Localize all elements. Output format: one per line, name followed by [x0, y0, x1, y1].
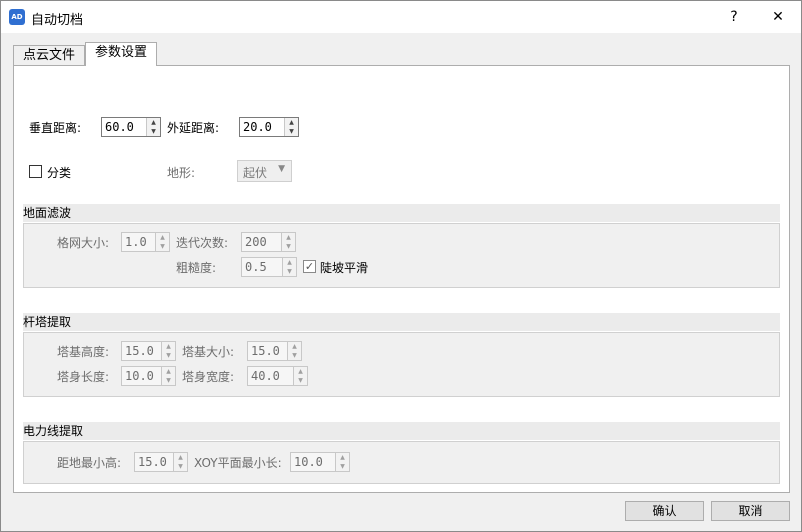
powerline-extract-group-title: 电力线提取	[23, 422, 780, 440]
spin-down-icon[interactable]: ▼	[288, 351, 301, 360]
xoy-min-length-value: 10.0	[294, 455, 323, 469]
window-title: 自动切档	[31, 13, 84, 28]
tower-body-length-label: 塔身长度:	[57, 370, 110, 384]
terrain-dropdown[interactable]: 起伏 ▼	[237, 160, 292, 182]
extend-distance-value: 20.0	[243, 120, 272, 134]
spin-up-icon[interactable]: ▲	[282, 233, 295, 242]
spin-up-icon[interactable]: ▲	[162, 342, 175, 351]
app-logo-icon: AD	[9, 9, 25, 25]
terrain-value: 起伏	[243, 166, 268, 180]
xoy-min-length-spinbox[interactable]: 10.0 ▲ ▼	[290, 452, 350, 472]
spin-down-icon[interactable]: ▼	[162, 351, 175, 360]
spin-down-icon[interactable]: ▼	[147, 127, 160, 136]
tower-body-width-spinbox[interactable]: 40.0 ▲ ▼	[247, 366, 308, 386]
iterations-spinbox[interactable]: 200 ▲ ▼	[241, 232, 296, 252]
tab-parameter-settings[interactable]: 参数设置	[85, 42, 157, 66]
spin-up-icon[interactable]: ▲	[285, 118, 298, 127]
min-ground-height-label: 距地最小高:	[57, 456, 122, 470]
cancel-button[interactable]: 取消	[711, 501, 790, 521]
tower-base-height-label: 塔基高度:	[57, 345, 110, 359]
steep-smooth-label: 陡坡平滑	[320, 261, 369, 275]
roughness-label: 粗糙度:	[176, 261, 217, 275]
extend-distance-spinbox[interactable]: 20.0 ▲ ▼	[239, 117, 299, 137]
spin-up-icon[interactable]: ▲	[156, 233, 169, 242]
check-mark-icon: ✓	[304, 260, 315, 273]
close-button[interactable]: ✕	[758, 5, 798, 29]
spin-down-icon[interactable]: ▼	[294, 376, 307, 385]
help-button[interactable]: ?	[714, 5, 754, 29]
spin-down-icon[interactable]: ▼	[174, 462, 187, 471]
min-ground-height-spinbox[interactable]: 15.0 ▲ ▼	[134, 452, 188, 472]
tower-body-width-label: 塔身宽度:	[182, 370, 235, 384]
tower-extract-group-title: 杆塔提取	[23, 313, 780, 331]
tower-base-height-spinbox[interactable]: 15.0 ▲ ▼	[121, 341, 176, 361]
min-ground-height-value: 15.0	[138, 455, 167, 469]
spin-down-icon[interactable]: ▼	[162, 376, 175, 385]
tower-body-width-value: 40.0	[251, 369, 280, 383]
roughness-value: 0.5	[245, 260, 267, 274]
extend-distance-label: 外延距离:	[167, 121, 220, 135]
tower-base-size-spinbox[interactable]: 15.0 ▲ ▼	[247, 341, 302, 361]
tower-body-length-spinbox[interactable]: 10.0 ▲ ▼	[121, 366, 176, 386]
spin-up-icon[interactable]: ▲	[147, 118, 160, 127]
spin-down-icon[interactable]: ▼	[282, 242, 295, 251]
spin-up-icon[interactable]: ▲	[294, 367, 307, 376]
classify-label: 分类	[47, 166, 72, 180]
tower-base-size-value: 15.0	[251, 344, 280, 358]
grid-size-spinbox[interactable]: 1.0 ▲ ▼	[121, 232, 170, 252]
ok-button[interactable]: 确认	[625, 501, 704, 521]
spin-down-icon[interactable]: ▼	[285, 127, 298, 136]
terrain-label: 地形:	[167, 166, 196, 180]
tower-body-length-value: 10.0	[125, 369, 154, 383]
steep-smooth-checkbox[interactable]: ✓	[303, 260, 316, 273]
iterations-label: 迭代次数:	[176, 236, 229, 250]
spin-up-icon[interactable]: ▲	[174, 453, 187, 462]
grid-size-value: 1.0	[125, 235, 147, 249]
vertical-distance-value: 60.0	[105, 120, 134, 134]
spin-down-icon[interactable]: ▼	[156, 242, 169, 251]
spin-down-icon[interactable]: ▼	[336, 462, 349, 471]
spin-up-icon[interactable]: ▲	[336, 453, 349, 462]
grid-size-label: 格网大小:	[57, 236, 110, 250]
spin-up-icon[interactable]: ▲	[162, 367, 175, 376]
roughness-spinbox[interactable]: 0.5 ▲ ▼	[241, 257, 297, 277]
title-bar: AD 自动切档 ? ✕	[1, 1, 801, 33]
spin-up-icon[interactable]: ▲	[283, 258, 296, 267]
chevron-down-icon: ▼	[278, 164, 285, 174]
spin-up-icon[interactable]: ▲	[288, 342, 301, 351]
classify-checkbox[interactable]	[29, 165, 42, 178]
ground-filter-group-title: 地面滤波	[23, 204, 780, 222]
spin-down-icon[interactable]: ▼	[283, 267, 296, 276]
tab-point-cloud-file[interactable]: 点云文件	[13, 45, 85, 67]
vertical-distance-spinbox[interactable]: 60.0 ▲ ▼	[101, 117, 161, 137]
tower-base-height-value: 15.0	[125, 344, 154, 358]
iterations-value: 200	[245, 235, 267, 249]
xoy-min-length-label: XOY平面最小长:	[194, 456, 282, 470]
tower-base-size-label: 塔基大小:	[182, 345, 235, 359]
vertical-distance-label: 垂直距离:	[29, 121, 82, 135]
